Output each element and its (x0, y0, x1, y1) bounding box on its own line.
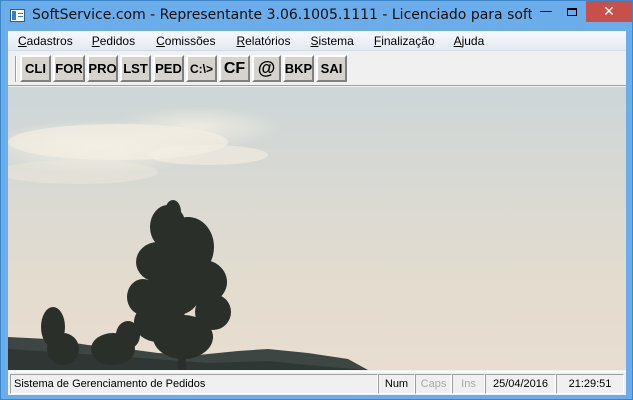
status-message: Sistema de Gerenciamento de Pedidos (10, 374, 378, 394)
menu-accel: C (156, 33, 165, 48)
prompt-button[interactable]: C:\> (186, 55, 217, 82)
toolbar: CLI FOR PRO LST PED C:\> CF @ BKP SAI (8, 52, 626, 86)
sair-button[interactable]: SAI (316, 55, 347, 82)
backup-button[interactable]: BKP (283, 55, 314, 82)
insert-indicator: Ins (452, 374, 485, 394)
menu-accel: S (310, 33, 319, 48)
menu-ajuda[interactable]: Ajuda (442, 31, 492, 51)
num-lock-indicator: Num (378, 374, 415, 394)
menu-accel: R (236, 33, 246, 48)
cf-button[interactable]: CF (219, 55, 250, 82)
toolbar-grip[interactable] (15, 56, 17, 82)
landscape-illustration (8, 124, 368, 370)
menu-label: inalização (381, 33, 435, 48)
menu-accel: P (91, 33, 100, 48)
menu-bar: Cadastros Pedidos Comissões Relatórios S… (8, 31, 626, 51)
menu-sistema[interactable]: Sistema (297, 31, 360, 51)
close-button[interactable]: ✕ (586, 1, 632, 22)
status-time: 21:29:51 (556, 374, 624, 394)
app-icon[interactable] (10, 9, 25, 22)
menu-accel: C (18, 33, 27, 48)
menu-label: juda (461, 33, 485, 48)
menu-label: omissões (164, 33, 216, 48)
menu-accel: A (453, 33, 462, 48)
produtos-button[interactable]: PRO (87, 55, 118, 82)
client-area: Cadastros Pedidos Comissões Relatórios S… (8, 31, 626, 395)
toolbar-buttons: CLI FOR PRO LST PED C:\> CF @ BKP SAI (20, 55, 349, 83)
maximize-icon (567, 7, 577, 16)
menu-label: elatórios (245, 33, 291, 48)
menu-cadastros[interactable]: Cadastros (8, 31, 80, 51)
menu-pedidos[interactable]: Pedidos (80, 31, 142, 51)
menu-comissoes[interactable]: Comissões (142, 31, 222, 51)
minimize-button[interactable]: — (533, 1, 559, 22)
pedidos-button[interactable]: PED (153, 55, 184, 82)
clientes-button[interactable]: CLI (20, 55, 51, 82)
menu-label: adastros (26, 33, 73, 48)
menu-label: istema (318, 33, 354, 48)
fornecedores-button[interactable]: FOR (53, 55, 85, 82)
maximize-button[interactable] (559, 1, 585, 22)
caps-lock-indicator: Caps (415, 374, 452, 394)
status-date: 25/04/2016 (485, 374, 556, 394)
menu-label: edidos (99, 33, 136, 48)
email-button[interactable]: @ (252, 55, 281, 82)
status-bar: Sistema de Gerenciamento de Pedidos Num … (8, 371, 626, 395)
background-image (8, 87, 626, 370)
title-bar[interactable]: SoftService.com - Representante 3.06.100… (1, 1, 632, 31)
lista-button[interactable]: LST (120, 55, 151, 82)
menu-finalizacao[interactable]: Finalização (361, 31, 442, 51)
app-window: SoftService.com - Representante 3.06.100… (0, 0, 633, 400)
menu-relatorios[interactable]: Relatórios (222, 31, 297, 51)
window-title: SoftService.com - Representante 3.06.100… (32, 7, 532, 23)
